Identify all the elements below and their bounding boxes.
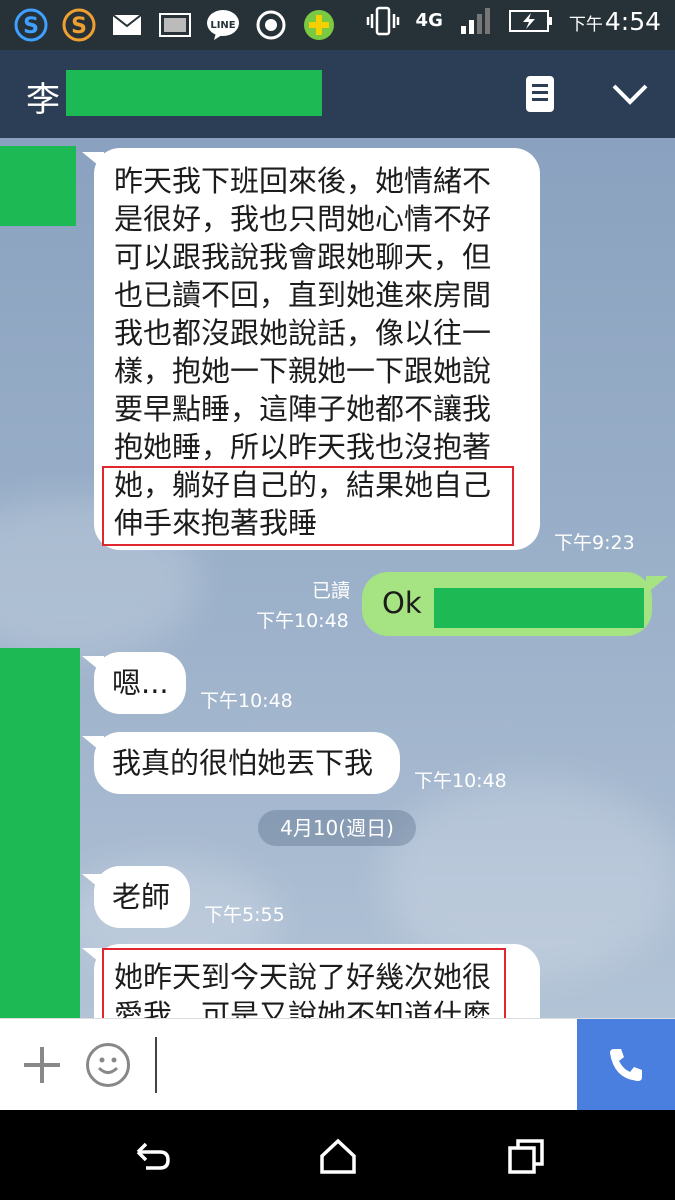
highlight-box: [102, 466, 514, 546]
svg-text:S: S: [71, 14, 87, 39]
chevron-down-icon[interactable]: [610, 76, 650, 112]
message-line: 也已讀不回，直到她進來房間: [114, 278, 492, 312]
record-icon: [254, 8, 288, 42]
avatar[interactable]: [0, 648, 80, 1018]
message-time: 下午5:55: [204, 904, 285, 926]
call-button[interactable]: [577, 1019, 675, 1111]
message-time: 下午10:48: [256, 610, 349, 632]
signal-icon: [460, 8, 490, 34]
notes-icon[interactable]: [526, 76, 554, 112]
message-list[interactable]: 昨天我下班回來後，她情緒不 是很好，我也只問她心情不好 可以跟我說我會跟她聊天，…: [0, 138, 675, 1018]
vibrate-icon: [366, 6, 399, 36]
chat-header: 李: [0, 50, 675, 138]
svg-text:LINE: LINE: [210, 20, 235, 31]
recent-apps-icon[interactable]: [506, 1138, 546, 1174]
battery-charging-icon: [508, 10, 552, 32]
message-input[interactable]: [155, 1037, 157, 1093]
svg-text:S: S: [23, 14, 39, 39]
phone-icon: [610, 1049, 642, 1081]
image-icon: [158, 8, 192, 42]
message-time: 下午10:48: [414, 770, 507, 792]
message-text: 老師: [112, 880, 171, 914]
notification-icons: S S LINE: [14, 8, 336, 42]
message-text: 嗯...: [112, 666, 169, 700]
plus-icon[interactable]: [22, 1045, 62, 1085]
system-nav-bar: [0, 1110, 675, 1200]
status-bar: S S LINE 4G 下午4:54: [0, 0, 675, 50]
mail-icon: [110, 8, 144, 42]
read-receipt: 已讀: [312, 580, 351, 602]
message-bubble[interactable]: 老師: [94, 866, 190, 928]
redacted-name: [66, 70, 322, 116]
message-text: Ok: [382, 586, 422, 620]
date-divider: 4月10(週日): [258, 810, 416, 846]
home-icon[interactable]: [318, 1138, 358, 1174]
message-line: 是很好，我也只問她心情不好: [114, 202, 492, 236]
message-line: 可以跟我說我會跟她聊天，但: [114, 240, 492, 274]
emoji-icon[interactable]: [86, 1043, 130, 1087]
clock: 下午4:54: [568, 6, 661, 36]
contact-name[interactable]: 李: [26, 72, 60, 121]
message-bubble[interactable]: 嗯...: [94, 652, 186, 714]
message-line: 樣，抱她一下親她一下跟她說: [114, 354, 492, 388]
highlight-box: [102, 948, 506, 1018]
status-right: 4G 下午4:54: [366, 6, 661, 36]
plus-app-icon: [302, 8, 336, 42]
s-app-icon: S: [14, 8, 48, 42]
s-app-orange-icon: S: [62, 8, 96, 42]
message-text: 我真的很怕她丟下我: [112, 746, 374, 780]
back-icon[interactable]: [132, 1138, 172, 1174]
avatar[interactable]: [0, 146, 76, 226]
input-bar: [0, 1018, 675, 1111]
message-line: 要早點睡，這陣子她都不讓我: [114, 392, 492, 426]
line-icon: LINE: [206, 8, 240, 42]
message-time: 下午10:48: [200, 690, 293, 712]
message-time: 下午9:23: [554, 532, 635, 554]
message-line: 我也都沒跟她說話，像以往一: [114, 316, 492, 350]
message-line: 抱她睡，所以昨天我也沒抱著: [114, 430, 492, 464]
message-bubble[interactable]: 我真的很怕她丟下我: [94, 732, 400, 794]
network-type: 4G: [415, 10, 443, 31]
redacted-text: [434, 588, 644, 628]
message-line: 昨天我下班回來後，她情緒不: [114, 164, 492, 198]
